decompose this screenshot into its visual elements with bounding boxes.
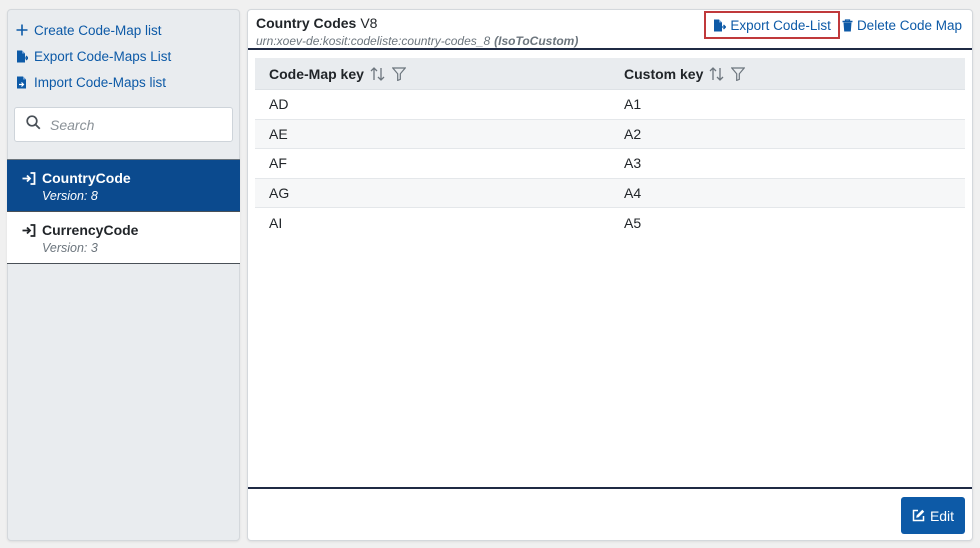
file-export-icon: [16, 50, 33, 63]
code-map-panel: Country Codes V8 urn:xoev-de:kosit:codeli…: [247, 9, 973, 541]
sidebar-actions: Create Code-Map list Export Code-Maps Li…: [8, 10, 239, 95]
mapping-type: (IsoToCustom): [494, 34, 579, 48]
delete-code-map-button[interactable]: Delete Code Map: [842, 11, 962, 39]
column-header-label: Custom key: [624, 65, 704, 82]
import-code-maps-list-label: Import Code-Maps list: [34, 74, 167, 90]
table-cell-code-map-key: AE: [269, 125, 288, 142]
sort-icon[interactable]: [370, 66, 386, 81]
list-item-name: CountryCode: [42, 170, 131, 186]
table-cell-custom-key: A2: [624, 125, 642, 142]
list-item-currencycode[interactable]: CurrencyCode Version: 3: [7, 212, 240, 264]
list-item-countrycode[interactable]: CountryCode Version: 8: [7, 160, 240, 212]
search-icon: [26, 114, 50, 135]
table-cell-code-map-key: AF: [269, 155, 287, 172]
table-cell-custom-key: A4: [624, 185, 642, 202]
search-box: [14, 107, 233, 142]
code-map-version: V8: [360, 15, 378, 31]
edit-label: Edit: [929, 507, 955, 524]
list-item-version: Version: 8: [42, 189, 98, 203]
table-cell-custom-key: A1: [624, 96, 642, 113]
table-row[interactable]: AG A4: [255, 178, 965, 209]
table-row[interactable]: AE A2: [255, 119, 965, 150]
panel-footer: Edit: [248, 487, 972, 540]
column-header-label: Code-Map key: [269, 65, 364, 82]
table-row[interactable]: AD A1: [255, 90, 965, 120]
export-code-list-button[interactable]: Export Code-List: [704, 11, 840, 39]
table-row[interactable]: AI A5: [255, 208, 965, 238]
table-header: Code-Map key Custom key: [255, 58, 965, 90]
panel-header: Country Codes V8 urn:xoev-de:kosit:codeli…: [248, 10, 972, 50]
code-map-urn: urn:xoev-de:kosit:codeliste:country-code…: [256, 34, 578, 48]
sidebar: Create Code-Map list Export Code-Maps Li…: [7, 9, 240, 541]
sign-in-icon: [22, 223, 42, 237]
panel-title: Country Codes V8: [256, 15, 377, 31]
table-cell-custom-key: A3: [624, 155, 642, 172]
create-code-map-list-label: Create Code-Map list: [34, 22, 162, 38]
filter-icon[interactable]: [731, 66, 746, 81]
plus-icon: [16, 24, 33, 36]
column-header-code-map-key[interactable]: Code-Map key: [255, 66, 610, 82]
code-map-table: Code-Map key Custom key AD A1 AE A2 AF A…: [255, 58, 965, 238]
create-code-map-list-button[interactable]: Create Code-Map list: [16, 17, 239, 43]
code-map-list: CountryCode Version: 8 CurrencyCode Vers…: [7, 159, 240, 264]
import-code-maps-list-button[interactable]: Import Code-Maps list: [16, 69, 239, 95]
table-cell-code-map-key: AI: [269, 215, 283, 232]
list-item-name: CurrencyCode: [42, 222, 139, 238]
export-code-list-label: Export Code-List: [730, 17, 831, 33]
edit-button[interactable]: Edit: [901, 497, 965, 534]
export-code-maps-list-label: Export Code-Maps List: [34, 48, 172, 64]
table-cell-custom-key: A5: [624, 215, 642, 232]
table-cell-code-map-key: AD: [269, 96, 289, 113]
delete-code-map-label: Delete Code Map: [856, 17, 962, 33]
urn-text: urn:xoev-de:kosit:codeliste:country-code…: [256, 34, 491, 48]
search-input[interactable]: [50, 116, 220, 133]
trash-icon: [842, 18, 853, 32]
list-item-version: Version: 3: [42, 241, 98, 255]
table-row[interactable]: AF A3: [255, 149, 965, 179]
column-header-custom-key[interactable]: Custom key: [610, 66, 965, 82]
code-map-title: Country Codes: [256, 15, 357, 31]
header-actions: Export Code-List Delete Code Map: [704, 11, 962, 39]
sign-in-icon: [22, 171, 42, 185]
export-code-maps-list-button[interactable]: Export Code-Maps List: [16, 43, 239, 69]
file-export-icon: [713, 19, 727, 32]
filter-icon[interactable]: [391, 66, 406, 81]
table-cell-code-map-key: AG: [269, 185, 290, 202]
file-import-icon: [16, 76, 33, 89]
sort-icon[interactable]: [709, 66, 725, 81]
edit-icon: [912, 509, 925, 522]
